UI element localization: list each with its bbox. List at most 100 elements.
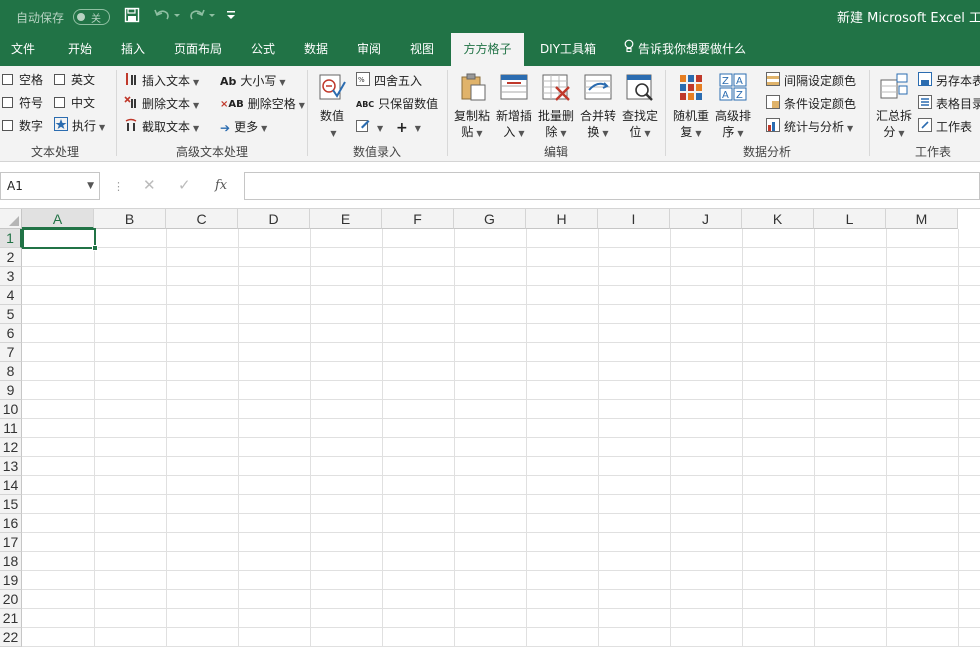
insert-text-button[interactable]: 插入文本 ▼ bbox=[124, 72, 199, 90]
row-header-22[interactable]: 22 bbox=[0, 628, 22, 647]
tell-me-search[interactable]: 告诉我你想要做什么 bbox=[624, 33, 746, 66]
row-header-18[interactable]: 18 bbox=[0, 552, 22, 571]
row-header-20[interactable]: 20 bbox=[0, 590, 22, 609]
enter-icon[interactable]: ✓ bbox=[178, 176, 191, 194]
column-header-l[interactable]: L bbox=[814, 209, 886, 229]
column-header-j[interactable]: J bbox=[670, 209, 742, 229]
row-header-21[interactable]: 21 bbox=[0, 609, 22, 628]
column-header-a[interactable]: A bbox=[22, 209, 94, 229]
redo-icon[interactable] bbox=[188, 7, 216, 27]
row-header-4[interactable]: 4 bbox=[0, 286, 22, 305]
sort-label: 高级排 bbox=[714, 109, 751, 123]
row-header-11[interactable]: 11 bbox=[0, 419, 22, 438]
value-button[interactable]: 数值 ▼ bbox=[314, 72, 350, 142]
checkbox-number[interactable]: 数字 bbox=[2, 117, 43, 135]
tab-diy-toolbox[interactable]: DIY工具箱 bbox=[532, 33, 604, 66]
extract-text-button[interactable]: 截取文本 ▼ bbox=[124, 118, 199, 136]
tab-view[interactable]: 视图 bbox=[399, 33, 445, 66]
column-header-g[interactable]: G bbox=[454, 209, 526, 229]
select-all-corner[interactable] bbox=[0, 209, 22, 229]
cancel-icon[interactable]: ✕ bbox=[143, 176, 156, 194]
autosave-toggle[interactable]: 关 bbox=[73, 9, 110, 25]
more-icon[interactable]: ⋮ bbox=[113, 180, 124, 193]
row-header-1[interactable]: 1 bbox=[0, 229, 22, 248]
batch-delete-label-2: 除 bbox=[545, 125, 558, 139]
delete-space-button[interactable]: ×AB 删除空格 ▼ bbox=[220, 95, 305, 113]
conditional-color-label: 条件设定颜色 bbox=[784, 97, 857, 111]
merge-convert-button[interactable]: 合并转换 ▼ bbox=[578, 72, 618, 142]
advanced-sort-button[interactable]: ZAAZ 高级排序 ▼ bbox=[713, 72, 753, 142]
round-button[interactable]: % 四舍五入 bbox=[356, 72, 422, 90]
copy-paste-button[interactable]: 复制粘贴 ▼ bbox=[452, 72, 492, 142]
row-header-8[interactable]: 8 bbox=[0, 362, 22, 381]
column-header-c[interactable]: C bbox=[166, 209, 238, 229]
fill-handle[interactable] bbox=[92, 245, 98, 251]
row-header-6[interactable]: 6 bbox=[0, 324, 22, 343]
english-label: 英文 bbox=[71, 73, 96, 87]
conditional-color-button[interactable]: 条件设定颜色 bbox=[766, 95, 856, 113]
add-button[interactable]: + ▼ bbox=[396, 118, 421, 136]
batch-delete-button[interactable]: 批量删除 ▼ bbox=[536, 72, 576, 142]
sheet-directory-button[interactable]: 表格目录 bbox=[918, 95, 980, 113]
checkbox-english[interactable]: 英文 bbox=[54, 71, 95, 89]
insert-function-icon[interactable]: fx bbox=[215, 178, 227, 193]
add-insert-button[interactable]: 新增插入 ▼ bbox=[494, 72, 534, 142]
summary-split-button[interactable]: 汇总拆分 ▼ bbox=[874, 72, 914, 142]
stats-analysis-button[interactable]: 统计与分析 ▼ bbox=[766, 118, 853, 136]
row-header-2[interactable]: 2 bbox=[0, 248, 22, 267]
row-header-12[interactable]: 12 bbox=[0, 438, 22, 457]
save-icon[interactable] bbox=[124, 7, 140, 27]
customize-qat-icon[interactable] bbox=[226, 9, 236, 24]
column-header-d[interactable]: D bbox=[238, 209, 310, 229]
undo-icon[interactable] bbox=[153, 7, 181, 27]
row-header-7[interactable]: 7 bbox=[0, 343, 22, 362]
spreadsheet-grid[interactable]: ABCDEFGHIJKLM 1 2 3 4 5 6 7 8 9 10 11 12 13 14 15 16 17 1… bbox=[0, 209, 980, 647]
edit-values-button[interactable]: ▼ bbox=[356, 118, 383, 136]
random-repeat-button[interactable]: 随机重复 ▼ bbox=[671, 72, 711, 142]
name-box[interactable]: A1 ▼ bbox=[0, 172, 100, 200]
row-header-5[interactable]: 5 bbox=[0, 305, 22, 324]
row-header-17[interactable]: 17 bbox=[0, 533, 22, 552]
keep-value-button[interactable]: ABC 只保留数值 bbox=[356, 95, 438, 113]
sort-az-icon: ZAAZ bbox=[713, 72, 753, 106]
column-header-k[interactable]: K bbox=[742, 209, 814, 229]
row-header-10[interactable]: 10 bbox=[0, 400, 22, 419]
delete-text-button[interactable]: 删除文本 ▼ bbox=[124, 95, 199, 113]
column-header-e[interactable]: E bbox=[310, 209, 382, 229]
column-header-b[interactable]: B bbox=[94, 209, 166, 229]
checkbox-symbol[interactable]: 符号 bbox=[2, 94, 43, 112]
case-button[interactable]: Ab 大小写 ▼ bbox=[220, 72, 286, 90]
ribbon-tabs: 文件 开始 插入 页面布局 公式 数据 审阅 视图 方方格子 DIY工具箱 告诉… bbox=[0, 33, 980, 66]
tab-fangfanggezi[interactable]: 方方格子 bbox=[451, 33, 524, 66]
tab-review[interactable]: 审阅 bbox=[346, 33, 392, 66]
row-header-16[interactable]: 16 bbox=[0, 514, 22, 533]
find-locate-button[interactable]: 查找定位 ▼ bbox=[620, 72, 660, 142]
checkbox-icon bbox=[54, 97, 65, 108]
tab-home[interactable]: 开始 bbox=[57, 33, 103, 66]
save-sheet-as-button[interactable]: 另存本表 bbox=[918, 72, 980, 90]
row-header-3[interactable]: 3 bbox=[0, 267, 22, 286]
row-header-14[interactable]: 14 bbox=[0, 476, 22, 495]
more-button[interactable]: ➔ 更多 ▼ bbox=[220, 118, 267, 136]
row-header-19[interactable]: 19 bbox=[0, 571, 22, 590]
row-header-9[interactable]: 9 bbox=[0, 381, 22, 400]
row-header-15[interactable]: 15 bbox=[0, 495, 22, 514]
delete-text-icon bbox=[124, 95, 138, 114]
execute-button[interactable]: 执行 ▼ bbox=[54, 117, 105, 135]
worksheet-button[interactable]: 工作表 bbox=[918, 118, 972, 136]
tab-page-layout[interactable]: 页面布局 bbox=[166, 33, 230, 66]
checkbox-space[interactable]: 空格 bbox=[2, 71, 43, 89]
tab-formulas[interactable]: 公式 bbox=[240, 33, 286, 66]
tab-file[interactable]: 文件 bbox=[0, 33, 46, 66]
tab-data[interactable]: 数据 bbox=[293, 33, 339, 66]
active-cell-selection[interactable] bbox=[22, 228, 98, 251]
tab-insert[interactable]: 插入 bbox=[110, 33, 156, 66]
interval-color-button[interactable]: 间隔设定颜色 bbox=[766, 72, 856, 90]
column-header-f[interactable]: F bbox=[382, 209, 454, 229]
formula-input[interactable] bbox=[244, 172, 980, 200]
checkbox-chinese[interactable]: 中文 bbox=[54, 94, 95, 112]
column-header-m[interactable]: M bbox=[886, 209, 958, 229]
column-header-h[interactable]: H bbox=[526, 209, 598, 229]
column-header-i[interactable]: I bbox=[598, 209, 670, 229]
row-header-13[interactable]: 13 bbox=[0, 457, 22, 476]
